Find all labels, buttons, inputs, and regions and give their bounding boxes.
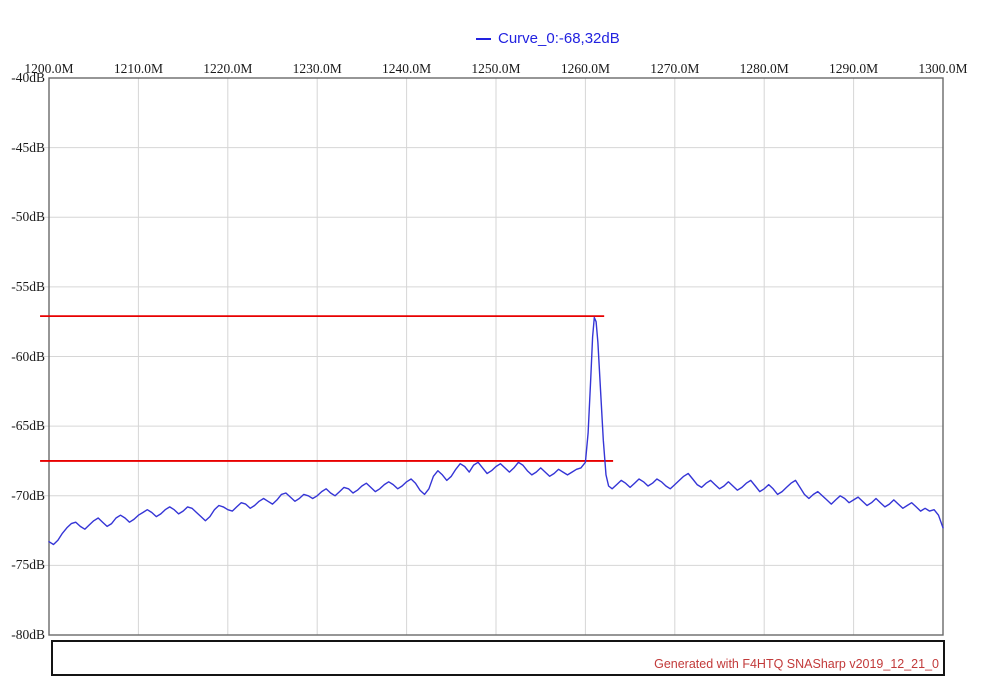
footer-credit: Generated with F4HTQ SNASharp v2019_12_2…	[654, 657, 939, 671]
y-tick-label: -55dB	[0, 279, 45, 295]
y-tick-label: -65dB	[0, 418, 45, 434]
plot-area	[0, 0, 982, 682]
x-tick-label: 1220.0M	[203, 61, 252, 77]
snasharp-sweep-chart: Curve_0:-68,32dB 1200.0M1210.0M1220.0M12…	[0, 0, 982, 682]
x-tick-label: 1250.0M	[471, 61, 520, 77]
y-tick-label: -60dB	[0, 349, 45, 365]
footer-box: Generated with F4HTQ SNASharp v2019_12_2…	[51, 640, 945, 676]
x-tick-label: 1210.0M	[114, 61, 163, 77]
y-tick-label: -80dB	[0, 627, 45, 643]
x-tick-label: 1260.0M	[561, 61, 610, 77]
y-tick-label: -50dB	[0, 209, 45, 225]
x-tick-label: 1280.0M	[740, 61, 789, 77]
x-tick-label: 1290.0M	[829, 61, 878, 77]
y-tick-label: -70dB	[0, 488, 45, 504]
y-tick-label: -45dB	[0, 140, 45, 156]
x-tick-label: 1230.0M	[293, 61, 342, 77]
x-tick-label: 1240.0M	[382, 61, 431, 77]
x-tick-label: 1270.0M	[650, 61, 699, 77]
x-tick-label: 1300.0M	[918, 61, 967, 77]
y-tick-label: -75dB	[0, 557, 45, 573]
y-tick-label: -40dB	[0, 70, 45, 86]
